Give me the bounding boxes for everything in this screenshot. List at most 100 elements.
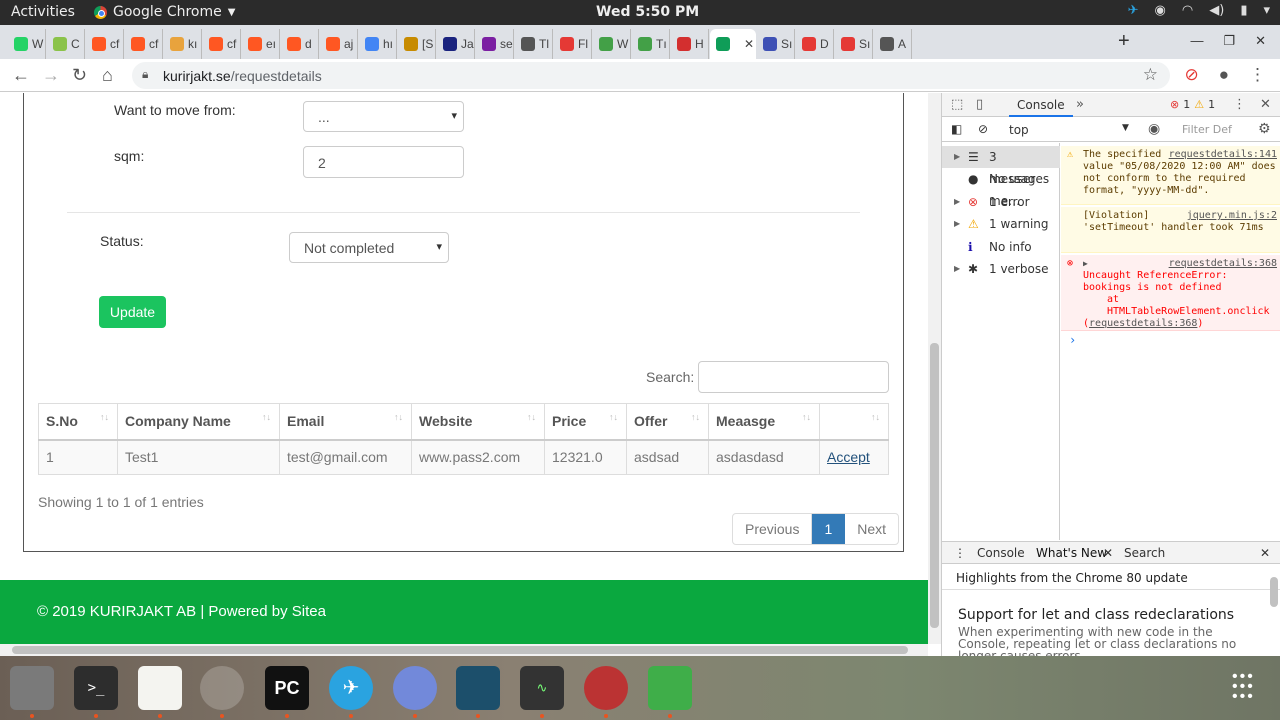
reload-icon[interactable]: ↻	[72, 65, 87, 86]
browser-tab[interactable]: W	[8, 29, 46, 59]
activities-button[interactable]: Activities	[11, 4, 75, 20]
chevron-down-icon[interactable]: ▼	[1122, 123, 1129, 133]
browser-tab[interactable]: A	[874, 29, 912, 59]
back-icon[interactable]: ←	[12, 65, 30, 86]
context-selector[interactable]: top	[1009, 123, 1029, 137]
status-select[interactable]: Not completed	[289, 232, 449, 263]
sidebar-item-info[interactable]: ℹ No info	[942, 236, 1060, 258]
browser-tab[interactable]: Fl	[554, 29, 592, 59]
chevron-down-icon[interactable]: ▾	[1263, 3, 1270, 18]
col-header-price[interactable]: Price ↑↓	[544, 403, 627, 441]
clear-console-icon[interactable]: ⊘	[978, 122, 988, 136]
browser-tab[interactable]: Tı	[632, 29, 670, 59]
app-menu[interactable]: Google Chrome ▼	[94, 4, 235, 20]
source-link[interactable]: requestdetails:141	[1169, 149, 1277, 161]
sidebar-item-user-messages[interactable]: ● No user me…	[942, 168, 1060, 208]
col-header-company[interactable]: Company Name ↑↓	[117, 403, 280, 441]
browser-tab[interactable]: cf	[125, 29, 163, 59]
new-tab-button[interactable]: +	[1118, 30, 1130, 53]
levels-dropdown[interactable]: Def	[1213, 123, 1232, 136]
sidebar-item-warnings[interactable]: ▶ ⚠ 1 warning	[942, 213, 1060, 235]
accept-link[interactable]: Accept	[827, 449, 870, 465]
col-header-email[interactable]: Email ↑↓	[279, 403, 412, 441]
browser-tab[interactable]: [S	[398, 29, 436, 59]
drawer-menu-icon[interactable]: ⋮	[954, 546, 966, 560]
drawer-tab-whats-new[interactable]: What's New	[1036, 546, 1107, 560]
close-icon[interactable]: ✕	[1255, 33, 1266, 49]
col-header-website[interactable]: Website ↑↓	[411, 403, 545, 441]
col-header-offer[interactable]: Offer ↑↓	[626, 403, 709, 441]
spreadsheet-icon[interactable]	[648, 666, 692, 710]
menu-kebab-icon[interactable]: ⋮	[1249, 65, 1266, 85]
extension-icon[interactable]: ⊘	[1184, 65, 1198, 85]
bookmark-star-icon[interactable]: ☆	[1143, 65, 1158, 85]
browser-tab[interactable]: d	[281, 29, 319, 59]
telegram-tray-icon[interactable]: ✈	[1128, 3, 1139, 18]
tab-console[interactable]: Console	[1009, 93, 1073, 117]
discord-tray-icon[interactable]: ◉	[1155, 3, 1166, 18]
sidebar-item-errors[interactable]: ▶ ⊗ 1 error	[942, 191, 1060, 213]
source-link[interactable]: requestdetails:368	[1169, 258, 1277, 270]
page-vertical-scrollbar[interactable]	[928, 93, 941, 644]
eye-icon[interactable]: ◉	[1148, 121, 1160, 137]
clock[interactable]: Wed 5:50 PM	[596, 4, 699, 20]
home-icon[interactable]: ⌂	[102, 65, 113, 86]
col-header-action[interactable]: ↑↓	[819, 403, 889, 441]
col-header-sno[interactable]: S.No ↑↓	[38, 403, 118, 441]
close-devtools-icon[interactable]: ✕	[1260, 97, 1271, 112]
settings-tool-icon[interactable]	[584, 666, 628, 710]
restore-icon[interactable]: ❐	[1223, 33, 1235, 49]
page-horizontal-scrollbar[interactable]	[0, 644, 928, 656]
browser-tab[interactable]: eı	[242, 29, 280, 59]
battery-icon[interactable]: ▮	[1240, 3, 1247, 18]
browser-tab[interactable]: D	[796, 29, 834, 59]
table-row[interactable]: 1 Test1 test@gmail.com www.pass2.com 123…	[38, 439, 889, 475]
browser-tab[interactable]: cf	[86, 29, 124, 59]
url-text[interactable]: kurirjakt.se/requestdetails	[163, 68, 322, 84]
browser-tab-active[interactable]: ✕	[710, 29, 756, 59]
scroll-thumb[interactable]	[930, 343, 939, 628]
devtools-menu-icon[interactable]: ⋮	[1233, 97, 1246, 112]
search-input[interactable]	[698, 361, 889, 393]
minimize-icon[interactable]: —	[1190, 33, 1203, 49]
browser-tab[interactable]: Sı	[835, 29, 873, 59]
sidebar-item-verbose[interactable]: ▶ ✱ 1 verbose	[942, 258, 1060, 280]
system-monitor-icon[interactable]: ∿	[520, 666, 564, 710]
previous-page-button[interactable]: Previous	[733, 514, 813, 544]
stack-source-link[interactable]: requestdetails:368	[1089, 318, 1197, 329]
filter-input[interactable]: Filter Def	[1182, 123, 1232, 136]
browser-tab[interactable]: aj	[320, 29, 358, 59]
text-editor-icon[interactable]	[138, 666, 182, 710]
close-tab-icon[interactable]: ✕	[1103, 546, 1113, 560]
browser-tab[interactable]: H	[671, 29, 709, 59]
sqm-input[interactable]: 2	[303, 146, 464, 178]
close-tab-icon[interactable]: ✕	[744, 37, 754, 51]
move-from-select[interactable]: ...	[303, 101, 464, 132]
chrome-dock-icon[interactable]	[200, 666, 244, 710]
files-icon[interactable]	[10, 666, 54, 710]
browser-tab[interactable]: C	[47, 29, 85, 59]
drawer-scrollbar[interactable]	[1270, 577, 1278, 607]
source-link[interactable]: jquery.min.js:2	[1187, 210, 1277, 222]
col-header-message[interactable]: Meaasge ↑↓	[708, 403, 820, 441]
system-tray[interactable]: ✈ ◉ ◠ ◀) ▮ ▾	[1128, 3, 1270, 18]
next-page-button[interactable]: Next	[845, 514, 898, 544]
browser-tab[interactable]: Sı	[757, 29, 795, 59]
console-error-message[interactable]: ⊗ ▶ requestdetails:368 Uncaught Referenc…	[1061, 255, 1280, 331]
browser-tab[interactable]: kı	[164, 29, 202, 59]
browser-tab[interactable]: W	[593, 29, 631, 59]
scroll-thumb[interactable]	[12, 646, 908, 654]
wifi-icon[interactable]: ◠	[1182, 3, 1193, 18]
more-tabs-icon[interactable]: »	[1076, 97, 1084, 112]
browser-tab[interactable]: hı	[359, 29, 397, 59]
console-prompt-icon[interactable]: ›	[1069, 333, 1076, 347]
browser-tab[interactable]: Tl	[515, 29, 553, 59]
terminal-icon[interactable]: >_	[74, 666, 118, 710]
sidebar-toggle-icon[interactable]: ◧	[951, 122, 962, 136]
device-toggle-icon[interactable]: ▯	[976, 97, 983, 112]
page-1-button[interactable]: 1	[812, 514, 846, 544]
telegram-icon[interactable]: ✈	[329, 666, 373, 710]
browser-tab[interactable]: Ja	[437, 29, 475, 59]
volume-icon[interactable]: ◀)	[1209, 3, 1224, 18]
update-button[interactable]: Update	[99, 296, 166, 328]
